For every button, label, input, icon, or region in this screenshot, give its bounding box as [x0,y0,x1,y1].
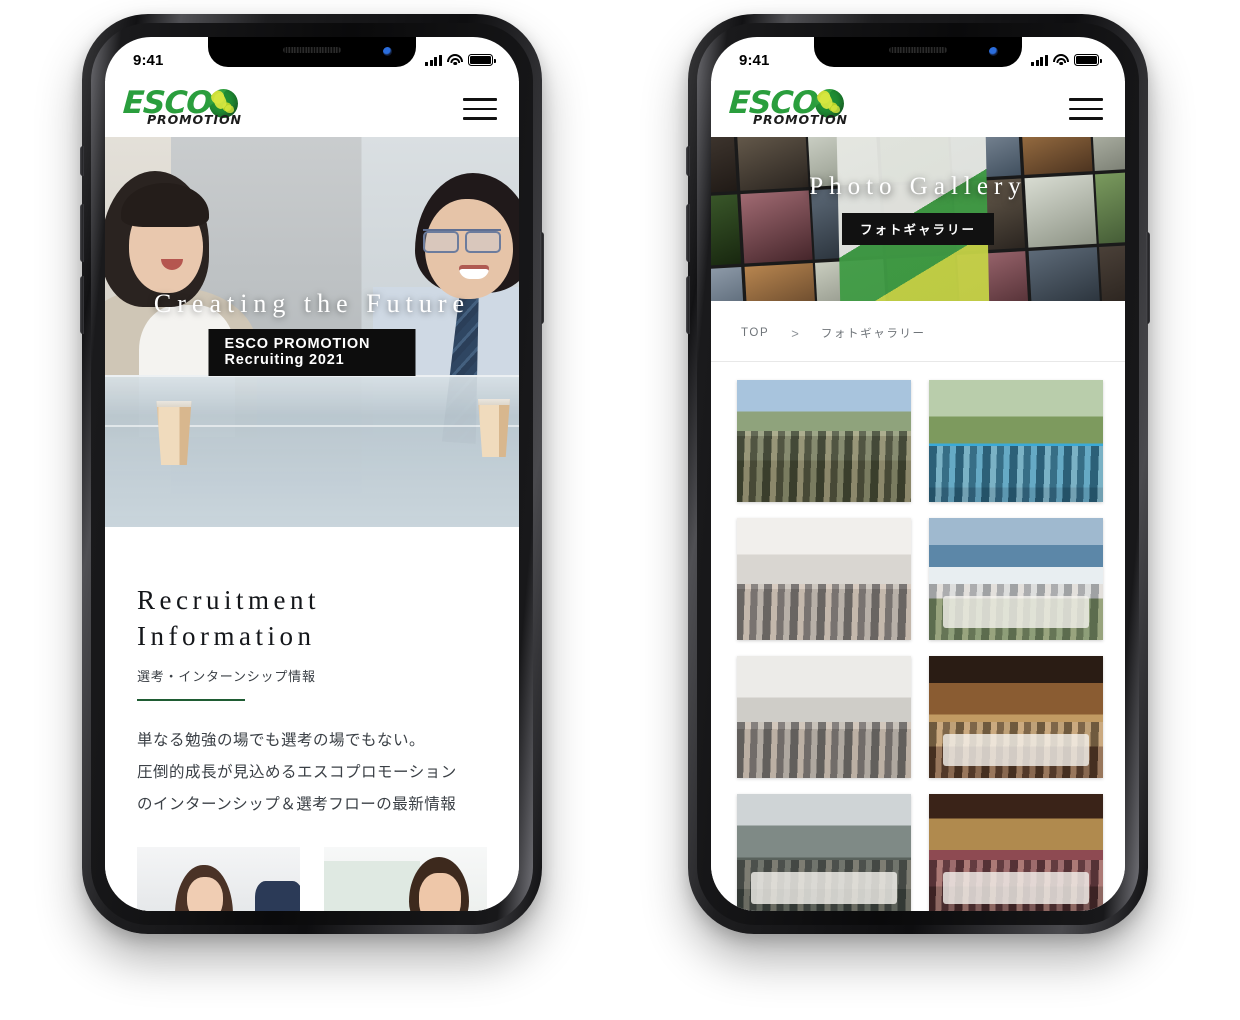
lead-line-2: 圧倒的成長が見込めるエスコプロモーション [137,763,457,781]
collage-tile [743,262,817,301]
interview-thumbnail-man[interactable] [324,846,487,911]
hero-person-right-mouth [459,265,489,279]
photo-people-layer [737,431,911,502]
breadcrumb: TOP > フォトギャラリー [711,301,1125,362]
status-indicators [425,54,496,66]
breadcrumb-home-link[interactable]: TOP [741,327,769,339]
recruitment-section: Recruitment Information 選考・インターンシップ情報 単な… [105,527,519,821]
photo-people-layer [737,583,911,640]
collage-tile [1099,242,1125,301]
hero-badge: ESCO PROMOTION Recruiting 2021 [208,329,416,376]
status-time: 9:41 [133,51,164,69]
wifi-icon [1053,54,1069,66]
breadcrumb-separator-icon: > [791,325,799,341]
hamburger-menu-icon[interactable] [1069,98,1103,120]
screenshot-stage: 9:41 ESCO PROMOTION Creating the Future … [0,0,1240,1020]
section-title: Recruitment Information [137,583,487,655]
mute-switch[interactable] [686,146,690,176]
interview-thumbnail-woman[interactable] [137,846,300,911]
photo-gallery-grid [711,362,1125,911]
hero-banner: Creating the Future ESCO PROMOTION Recru… [105,137,519,527]
collage-tile [1090,137,1125,172]
status-time: 9:41 [739,51,770,69]
logo-subtext: PROMOTION [753,112,848,127]
gallery-photo-4[interactable] [929,518,1103,640]
power-button[interactable] [1146,232,1150,324]
volume-down-button[interactable] [686,276,690,334]
gallery-photo-5[interactable] [737,656,911,778]
gallery-banner-title: Photo Gallery [809,173,1027,200]
battery-icon [468,54,496,66]
logo-subtext: PROMOTION [147,112,242,127]
gallery-photo-8[interactable] [929,794,1103,911]
power-button[interactable] [540,232,544,324]
mute-switch[interactable] [80,146,84,176]
collage-tile [1028,246,1101,301]
signal-bars-icon [425,54,442,66]
section-lead-text: 単なる勉強の場でも選考の場でもない。 圧倒的成長が見込めるエスコプロモーション … [137,725,487,821]
wifi-icon [447,54,463,66]
hero-person-right-glasses [423,229,501,253]
section-subtitle: 選考・インターンシップ情報 [137,668,316,684]
volume-up-button[interactable] [80,204,84,262]
gallery-photo-7[interactable] [737,794,911,911]
hamburger-menu-icon[interactable] [463,98,497,120]
collage-tile [739,190,813,264]
lead-line-3: のインターンシップ＆選考フローの最新情報 [137,795,457,813]
gallery-banner-badge: フォトギャラリー [841,213,995,245]
battery-icon [1074,54,1102,66]
breadcrumb-current: フォトギャラリー [820,328,926,340]
hero-title: Creating the Future [153,289,471,318]
photo-table-layer [942,596,1090,628]
phone-bezel-right: 9:41 ESCO PROMOTION Photo Gallery フォトギャラ… [697,23,1139,925]
gallery-photo-2[interactable] [929,380,1103,502]
site-header-right: ESCO PROMOTION [711,81,1125,137]
page-content-right: Photo Gallery フォトギャラリー TOP > フォトギャラリー [711,137,1125,911]
photo-people-layer [929,445,1103,502]
screen-left: 9:41 ESCO PROMOTION Creating the Future … [105,37,519,911]
gallery-photo-3[interactable] [737,518,911,640]
section-title-line-1: Recruitment [137,585,320,615]
phone-bezel-left: 9:41 ESCO PROMOTION Creating the Future … [91,23,533,925]
volume-up-button[interactable] [686,204,690,262]
collage-tile [1019,137,1093,176]
photo-table-layer [942,734,1090,766]
section-title-line-2: Information [137,620,316,651]
collage-tile [711,266,746,301]
page-content-left: Creating the Future ESCO PROMOTION Recru… [105,137,519,911]
status-indicators [1031,54,1102,66]
section-accent-rule [137,698,245,701]
site-header-left: ESCO PROMOTION [105,81,519,137]
collage-tile [711,194,742,268]
phone-mockup-right: 9:41 ESCO PROMOTION Photo Gallery フォトギャラ… [686,14,1150,934]
photo-table-layer [750,872,898,904]
esco-logo[interactable]: ESCO PROMOTION [728,85,859,131]
status-bar-right: 9:41 [711,37,1125,81]
status-bar-left: 9:41 [105,37,519,81]
volume-down-button[interactable] [80,276,84,334]
photo-people-layer [737,721,911,778]
screen-right: 9:41 ESCO PROMOTION Photo Gallery フォトギャラ… [711,37,1125,911]
lead-line-1: 単なる勉強の場でも選考の場でもない。 [137,731,426,749]
gallery-photo-1[interactable] [737,380,911,502]
interview-thumbnail-row [105,846,519,911]
phone-mockup-left: 9:41 ESCO PROMOTION Creating the Future … [80,14,544,934]
gallery-banner: Photo Gallery フォトギャラリー [711,137,1125,301]
esco-logo[interactable]: ESCO PROMOTION [122,85,253,131]
photo-table-layer [942,872,1090,904]
signal-bars-icon [1031,54,1048,66]
gallery-photo-6[interactable] [929,656,1103,778]
